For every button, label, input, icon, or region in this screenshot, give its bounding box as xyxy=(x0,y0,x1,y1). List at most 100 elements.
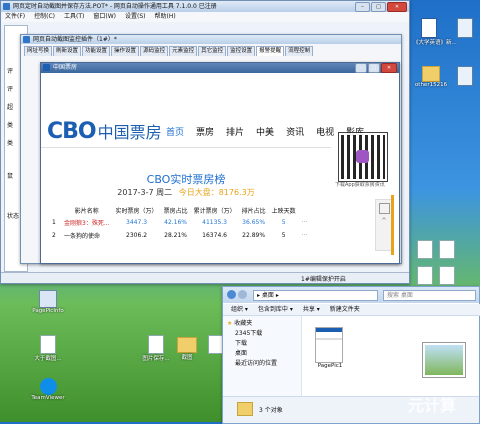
file-thumbnail-2[interactable] xyxy=(422,342,466,378)
table-cell: 41135.3 xyxy=(202,219,227,226)
document-icon[interactable] xyxy=(417,266,433,285)
document-icon[interactable] xyxy=(417,240,433,259)
file-label: PagePic1 xyxy=(317,363,343,369)
plugin-window-title: 网页自动截图监控插件（1#）* xyxy=(33,36,117,43)
nav-schedule[interactable]: 排片 xyxy=(226,128,244,138)
menu-settings[interactable]: 设置(S) xyxy=(125,12,146,22)
tab-refresh[interactable]: 刷新设置 xyxy=(53,46,82,56)
nav-favorites[interactable]: ★ 收藏夹 xyxy=(227,319,301,329)
left-label: 状态 xyxy=(7,213,20,220)
left-label: 评 xyxy=(7,86,14,93)
table-row[interactable]: 2 一条狗的使命 2306.2 28.21% 16374.6 22.89% 5 … xyxy=(49,229,310,242)
folder-icon xyxy=(177,337,197,353)
table-cell: 42.16% xyxy=(164,219,188,226)
tab-operation[interactable]: 操作设置 xyxy=(111,46,140,56)
boxoffice-table: 影片名称 实时票房（万） 票房占比 累计票房（万） 排片占比 上映天数 1 金刚… xyxy=(49,205,310,242)
maximize-button[interactable]: □ xyxy=(371,2,386,12)
tab-function[interactable]: 功能设置 xyxy=(82,46,111,56)
tab-url[interactable]: 网址写换 xyxy=(24,46,53,56)
document-icon[interactable] xyxy=(439,266,455,285)
plugin-window-titlebar[interactable]: 网页自动截图监控插件（1#）* xyxy=(21,35,401,44)
back-to-top-icon[interactable]: ⌃ xyxy=(376,217,392,227)
search-input[interactable]: 搜索 桌面 xyxy=(383,290,476,301)
include-library-button[interactable]: 包含到库中 ▾ xyxy=(258,304,293,315)
organize-button[interactable]: 组织 ▾ xyxy=(231,304,248,315)
browser-titlebar[interactable]: 中国票房 – □ ✕ xyxy=(41,63,399,73)
main-window-title: 网页定时自动截图并保存方法.POT* - 网页自动操作通用工具 7.1.0.0 … xyxy=(13,3,217,10)
desktop-icon-right-a[interactable] xyxy=(452,18,478,38)
tab-flow[interactable]: 流程控制 xyxy=(285,46,314,56)
qr-small-icon[interactable] xyxy=(378,203,390,214)
nav-sino-us[interactable]: 中美 xyxy=(256,128,274,138)
left-label: 超 xyxy=(7,104,14,111)
cbo-logo[interactable]: CBO 中国票房 xyxy=(47,119,162,144)
desktop-icons-row xyxy=(417,266,477,285)
new-folder-button[interactable]: 新建文件夹 xyxy=(330,304,360,315)
menu-tools[interactable]: 工具(T) xyxy=(64,12,84,22)
app-logo-icon xyxy=(356,150,369,163)
explorer-addressbar-area: ▸ 桌面 ▸ 搜索 桌面 xyxy=(223,287,479,303)
more-icon[interactable]: ··· xyxy=(299,229,311,242)
desktop-icon-folder[interactable]: 截图 xyxy=(172,335,202,361)
more-icon[interactable]: ··· xyxy=(299,216,311,229)
main-menubar: 文件(F) 控制(C) 工具(T) 窗口(W) 设置(S) 帮助(H) xyxy=(1,12,409,22)
rank-cell: 2 xyxy=(52,232,56,239)
plugin-icon xyxy=(23,36,30,43)
menu-control[interactable]: 控制(C) xyxy=(34,12,55,22)
nav-boxoffice[interactable]: 票房 xyxy=(196,128,214,138)
folder-icon xyxy=(422,66,440,82)
tab-alert[interactable]: 报警提醒 xyxy=(256,46,285,56)
main-window-titlebar[interactable]: 网页定时自动截图并保存方法.POT* - 网页自动操作通用工具 7.1.0.0 … xyxy=(1,1,409,12)
forward-icon[interactable] xyxy=(238,290,247,299)
desktop-icon-english[interactable]: 《大学英语》新... xyxy=(413,18,457,46)
desktop-icon-pagepic[interactable]: PagePicInfo xyxy=(30,290,66,314)
side-accent xyxy=(391,195,394,255)
table-row[interactable]: 1 金刚狼3：殊死... 3447.3 42.16% 41135.3 36.65… xyxy=(49,216,310,229)
menu-help[interactable]: 帮助(H) xyxy=(155,12,176,22)
rank-header xyxy=(49,205,61,216)
tab-other[interactable]: 其它监控 xyxy=(198,46,227,56)
table-cell: 36.65% xyxy=(242,219,266,226)
nav-2345-downloads[interactable]: 2345下载 xyxy=(227,329,301,339)
desktop-icon-label: 截图 xyxy=(181,355,193,361)
minimize-button[interactable]: – xyxy=(355,2,370,12)
document-icon[interactable] xyxy=(439,240,455,259)
nav-downloads[interactable]: 下载 xyxy=(227,339,301,349)
word-doc-icon xyxy=(421,18,437,38)
close-button[interactable]: ✕ xyxy=(381,63,397,73)
desktop-icon-teamviewer[interactable]: TeamViewer xyxy=(30,378,66,401)
back-icon[interactable] xyxy=(227,290,236,299)
film-name-link[interactable]: 金刚狼3：殊死... xyxy=(61,216,113,229)
left-label: 类 xyxy=(7,140,14,147)
tab-monitor[interactable]: 监控设置 xyxy=(227,46,256,56)
share-button[interactable]: 共享 ▾ xyxy=(303,304,320,315)
menu-file[interactable]: 文件(F) xyxy=(5,12,25,22)
menu-window[interactable]: 窗口(W) xyxy=(93,12,116,22)
desktop-icon-save[interactable]: 图片保存... xyxy=(138,335,174,362)
table-header: 实时票房（万） xyxy=(115,208,158,215)
browser-title: 中国票房 xyxy=(53,64,78,71)
document-icon xyxy=(457,18,473,38)
file-item[interactable]: PagePic1 xyxy=(315,327,345,369)
table-cell: 16374.6 xyxy=(202,232,227,239)
maximize-button[interactable]: □ xyxy=(368,63,380,73)
desktop-icon-capture[interactable]: 大于截图... xyxy=(30,335,66,362)
nav-desktop[interactable]: 桌面 xyxy=(227,349,301,359)
baidu-watermark: Bai du 经验 xyxy=(364,383,414,393)
table-header: 票房占比 xyxy=(163,208,188,215)
film-name-link[interactable]: 一条狗的使命 xyxy=(61,229,113,242)
desktop-icon-right-b[interactable] xyxy=(452,66,478,86)
desktop-icon-label: 《大学英语》新... xyxy=(413,40,457,46)
nav-tv[interactable]: 电视 xyxy=(316,128,334,138)
tab-source[interactable]: 源码监控 xyxy=(140,46,169,56)
close-button[interactable]: ✕ xyxy=(387,2,407,12)
nav-news[interactable]: 资讯 xyxy=(286,128,304,138)
address-bar[interactable]: ▸ 桌面 ▸ xyxy=(253,290,378,301)
tab-element[interactable]: 元素监控 xyxy=(169,46,198,56)
nav-home[interactable]: 首页 xyxy=(166,128,184,138)
desktop-icon-other[interactable]: other15216 xyxy=(413,66,449,88)
nav-recent[interactable]: 最近访问的位置 xyxy=(227,359,301,369)
table-cell: 3447.3 xyxy=(126,219,148,226)
minimize-button[interactable]: – xyxy=(355,63,367,73)
document-icon xyxy=(207,335,223,354)
